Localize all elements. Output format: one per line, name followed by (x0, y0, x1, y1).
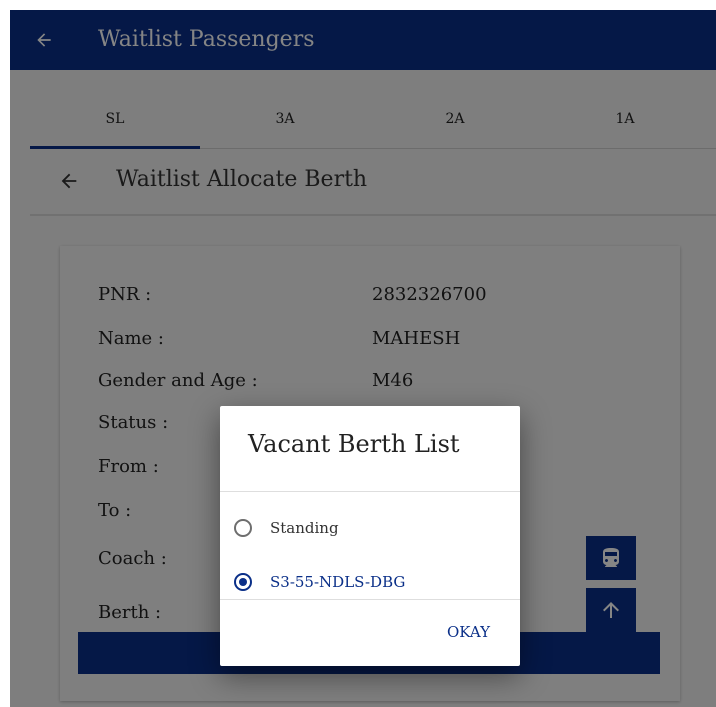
dialog-divider-bottom (220, 599, 520, 600)
dialog-title: Vacant Berth List (248, 430, 460, 458)
radio-icon[interactable] (234, 519, 252, 537)
radio-selected-icon[interactable] (234, 573, 252, 591)
dialog-divider-top (220, 491, 520, 492)
option-standing[interactable]: Standing (234, 508, 504, 548)
okay-button[interactable]: OKAY (435, 614, 502, 650)
app-screen: Waitlist Passengers SL 3A 2A 1A Waitlist… (10, 10, 716, 707)
option-label: Standing (270, 519, 339, 537)
option-label: S3-55-NDLS-DBG (270, 573, 406, 591)
option-s3-55[interactable]: S3-55-NDLS-DBG (234, 562, 504, 602)
vacant-berth-dialog: Vacant Berth List Standing S3-55-NDLS-DB… (220, 406, 520, 666)
